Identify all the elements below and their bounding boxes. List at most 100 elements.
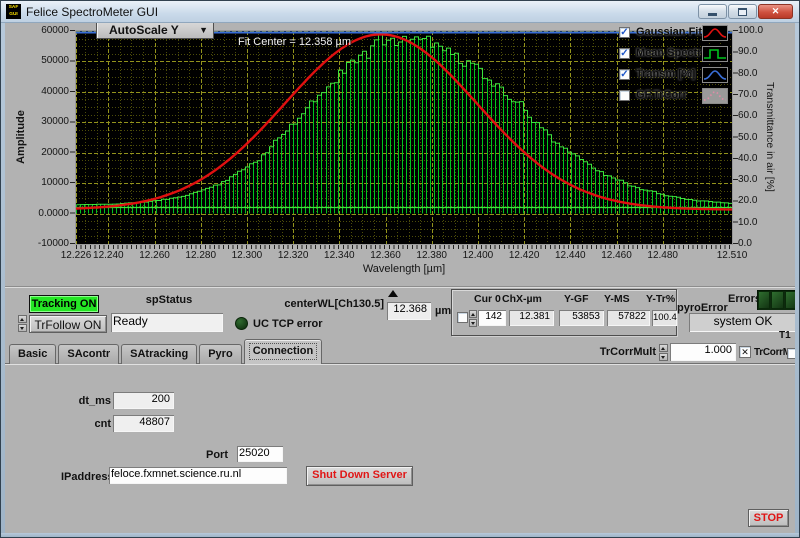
cnt-label: cnt — [59, 418, 111, 430]
legend-line-sample-icon[interactable] — [702, 67, 728, 83]
shutdown-server-button[interactable]: Shut Down Server — [306, 466, 413, 486]
axis-tick-label: 12.240 — [86, 250, 130, 261]
app-window: SAFGUI Felice SpectroMeter GUI ✕ Amplitu… — [0, 0, 800, 538]
axis-tick-label: 40.0 — [738, 153, 757, 164]
centerwl-label: centerWL[Ch130.5] — [284, 298, 384, 310]
axis-tick-label: 12.440 — [548, 250, 592, 261]
legend-checkbox-1[interactable]: ✓ — [619, 48, 630, 59]
axis-tick-label: -10000 — [5, 238, 69, 249]
window-title: Felice SpectroMeter GUI — [26, 5, 158, 19]
cursor-header-ch: Ch — [502, 293, 516, 305]
close-button[interactable]: ✕ — [758, 4, 793, 19]
tab-basic[interactable]: Basic — [9, 344, 56, 364]
axis-tick-label: 70.0 — [738, 89, 757, 100]
x-axis-label: Wavelength [µm] — [363, 263, 445, 275]
axis-tick-label: 40000 — [5, 86, 69, 97]
t1-label: T1 — [779, 330, 791, 341]
axis-tick-label: 12.480 — [641, 250, 685, 261]
tracking-on-button[interactable]: Tracking ON — [29, 295, 99, 313]
cursor-ytr-value: 100.4 — [652, 310, 677, 326]
tab-pyro[interactable]: Pyro — [199, 344, 241, 364]
cursor-readout-group: Cur 0 Ch X-µm Y-GF Y-MS Y-Tr% 142 12.381… — [451, 289, 677, 336]
legend-label: GF.TrCorr — [636, 89, 687, 101]
axis-tick-label: 12.420 — [502, 250, 546, 261]
tab-connection[interactable]: Connection — [244, 339, 323, 364]
legend-item-2: ✓ Transm [%] — [618, 66, 732, 87]
cursor-header-ytr: Y-Tr% — [646, 293, 675, 305]
tab-bar: BasicSAcontrSAtrackingPyroConnection — [9, 339, 324, 364]
port-field[interactable]: 25020 — [237, 446, 283, 462]
tab-sacontr[interactable]: SAcontr — [58, 344, 119, 364]
axis-tick-label: 10000 — [5, 177, 69, 188]
dtms-label: dt_ms — [59, 395, 111, 407]
stop-button[interactable]: STOP — [748, 509, 789, 527]
title-bar[interactable]: SAFGUI Felice SpectroMeter GUI ✕ — [1, 1, 799, 23]
minimize-button[interactable] — [698, 4, 727, 19]
legend-item-3: GF.TrCorr — [618, 87, 732, 108]
spstatus-display: Ready — [111, 313, 223, 332]
y-right-tickmarks — [733, 30, 738, 246]
axis-tick-label: 60.0 — [738, 110, 757, 121]
centerwl-unit: µm — [435, 305, 451, 317]
trfollow-stepper[interactable] — [18, 315, 27, 332]
axis-tick-label: 0.0000 — [5, 208, 69, 219]
uc-tcp-error-label: UC TCP error — [253, 318, 322, 330]
x-axis-tickmarks — [76, 245, 732, 249]
legend-line-sample-icon[interactable] — [702, 25, 728, 41]
legend-item-0: ✓ Gaussian Fit — [618, 24, 732, 45]
axis-tick-label: 30.0 — [738, 174, 757, 185]
legend-line-sample-icon[interactable] — [702, 88, 728, 104]
axis-tick-label: 30000 — [5, 116, 69, 127]
legend-label: Gaussian Fit — [636, 26, 702, 38]
cursor-checkbox[interactable] — [457, 312, 468, 323]
axis-tick-label: 12.400 — [456, 250, 500, 261]
axis-tick-label: 90.0 — [738, 46, 757, 57]
axis-tick-label: 50.0 — [738, 132, 757, 143]
cursor-header-x: X-µm — [516, 293, 542, 305]
legend-checkbox-2[interactable]: ✓ — [619, 69, 630, 80]
axis-tick-label: 50000 — [5, 55, 69, 66]
axis-tick-label: 12.300 — [225, 250, 269, 261]
app-icon: SAFGUI — [6, 4, 21, 19]
trfollow-selector[interactable]: TrFollow ON — [29, 315, 107, 333]
axis-tick-label: 12.460 — [595, 250, 639, 261]
axis-tick-label: 60000 — [5, 25, 69, 36]
cursor-channel-value[interactable]: 142 — [478, 310, 506, 326]
autoscale-y-dropdown[interactable]: AutoScale Y ▼ — [96, 21, 214, 39]
axis-tick-label: 20.0 — [738, 195, 757, 206]
legend-line-sample-icon[interactable] — [702, 46, 728, 62]
plot-legend: ✓ Gaussian Fit ✓ Mean Spectr ✓ Transm [%] GF.T… — [618, 24, 732, 108]
axis-tick-label: 12.380 — [410, 250, 454, 261]
cursor-ygf-value: 53853 — [559, 310, 604, 326]
trcorrmult-stepper[interactable] — [659, 344, 668, 361]
tab-satracking[interactable]: SAtracking — [121, 344, 197, 364]
errors-led-array — [757, 290, 798, 310]
trcorrmsgf-checkbox[interactable]: ✕ — [739, 346, 751, 358]
dtms-value: 200 — [113, 392, 174, 409]
uc-tcp-error-led — [235, 317, 248, 330]
axis-tick-label: 0.0 — [738, 238, 752, 249]
axis-tick-label: 12.320 — [271, 250, 315, 261]
chevron-down-icon: ▼ — [199, 25, 208, 35]
fit-center-annotation: Fit Center = 12.358 µm — [238, 36, 351, 48]
cursor-header-name: Cur 0 — [474, 293, 501, 305]
y-right-axis-label: Transmittance in air [%] — [764, 82, 776, 192]
axis-tick-label: 12.510 — [710, 250, 754, 261]
axis-tick-label: 20000 — [5, 147, 69, 158]
legend-label: Mean Spectr — [636, 47, 701, 59]
centerwl-value: 12.368 — [387, 302, 431, 320]
legend-label: Transm [%] — [636, 68, 695, 80]
minimize-icon — [708, 13, 717, 16]
cursor-x-value: 12.381 — [509, 310, 554, 326]
maximize-button[interactable] — [728, 4, 757, 19]
y-left-tickmarks — [70, 30, 75, 246]
cursor-channel-stepper[interactable] — [469, 310, 477, 327]
maximize-icon — [738, 8, 747, 16]
legend-checkbox-0[interactable]: ✓ — [619, 27, 630, 38]
ipaddress-field[interactable]: feloce.fxmnet.science.ru.nl — [109, 467, 287, 484]
trcorrmult-value[interactable]: 1.000 — [670, 343, 736, 361]
legend-checkbox-3[interactable] — [619, 90, 630, 101]
legend-item-1: ✓ Mean Spectr — [618, 45, 732, 66]
axis-tick-label: 12.260 — [133, 250, 177, 261]
close-icon: ✕ — [772, 6, 780, 17]
